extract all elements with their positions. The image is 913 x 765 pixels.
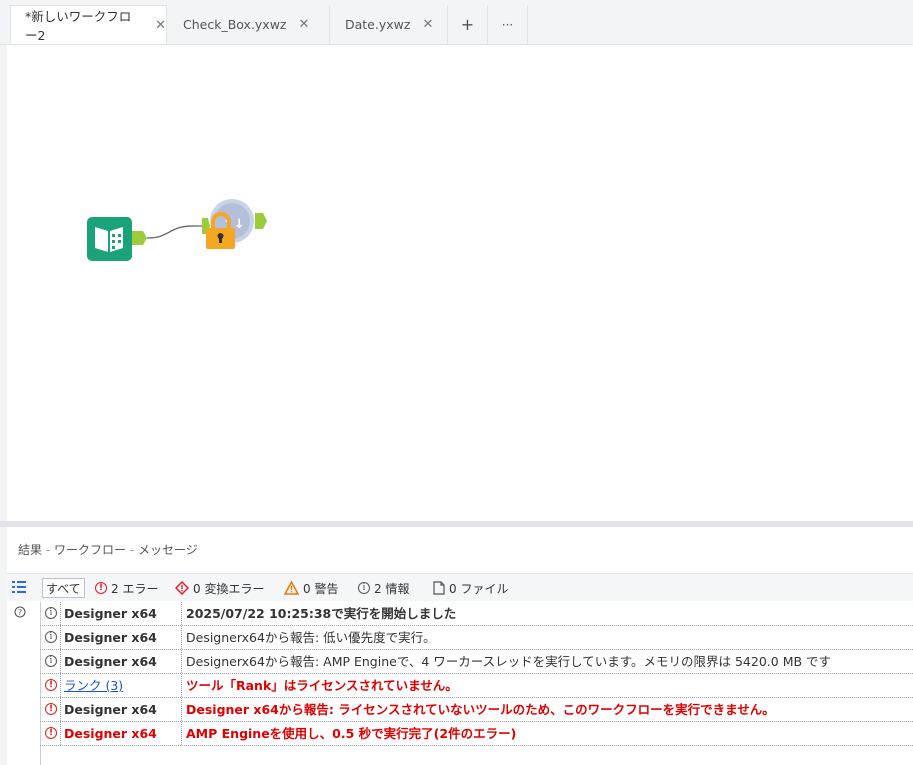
crumb-messages: メッセージ	[138, 543, 198, 557]
message-text: 2025/07/22 10:25:38で実行を開始しました	[181, 602, 456, 625]
output-anchor	[132, 231, 147, 245]
warning-icon	[284, 581, 299, 595]
input-data-tool[interactable]	[87, 217, 147, 261]
file-icon	[433, 581, 445, 595]
message-text: Designerx64から報告: AMP Engineで、4 ワーカースレッドを…	[181, 650, 831, 673]
rank-tool-link[interactable]: ランク (3)	[64, 678, 123, 693]
connection-line	[146, 225, 206, 239]
close-icon[interactable]: ✕	[299, 17, 310, 32]
message-source: Designer x64	[60, 602, 176, 625]
message-source: Designer x64	[60, 650, 176, 673]
book-icon	[95, 227, 108, 252]
message-list: i Designer x64 2025/07/22 10:25:38で実行を開始…	[40, 602, 913, 746]
message-text: AMP Engineを使用し、0.5 秒で実行完了(2件のエラー)	[181, 722, 516, 745]
workflow-canvas[interactable]: ↑↓	[7, 45, 913, 521]
close-icon[interactable]: ✕	[155, 18, 166, 33]
crumb-workflow: ワークフロー	[54, 543, 127, 557]
error-icon: !	[45, 727, 57, 739]
tab-label: Date.yxwz	[345, 17, 411, 32]
tab-label: *新しいワークフロー2	[25, 9, 132, 43]
close-icon[interactable]: ✕	[422, 17, 433, 32]
message-row[interactable]: i Designer x64 2025/07/22 10:25:38で実行を開始…	[40, 602, 913, 626]
message-source: Designer x64	[60, 626, 176, 649]
error-icon: !	[95, 582, 107, 594]
canvas-drawing: ↑↓	[87, 199, 267, 261]
error-icon: !	[45, 679, 57, 691]
tab-label: Check_Box.yxwz	[183, 17, 287, 32]
canvas-left-edge	[0, 45, 7, 765]
info-icon: i	[358, 582, 370, 594]
message-text: Designerx64から報告: 低い優先度で実行。	[181, 626, 436, 649]
filter-files-button[interactable]: 0 ファイル	[433, 578, 508, 598]
info-icon: i	[45, 655, 57, 667]
message-source: ランク (3)	[60, 674, 176, 697]
filter-all-button[interactable]: すべて	[42, 578, 85, 598]
conversion-error-icon	[175, 581, 189, 595]
message-row[interactable]: ! Designer x64 AMP Engineを使用し、0.5 秒で実行完了…	[40, 722, 913, 746]
tab-date[interactable]: Date.yxwz ✕	[330, 5, 448, 44]
message-row[interactable]: ! ランク (3) ツール「Rank」はライセンスされていません。	[40, 674, 913, 698]
rank-tool[interactable]: ↑↓	[202, 199, 267, 249]
filter-info-button[interactable]: i 2 情報	[358, 578, 409, 598]
message-source: Designer x64	[60, 698, 176, 721]
message-row[interactable]: ! Designer x64 Designer x64から報告: ライセンスされ…	[40, 698, 913, 722]
svg-text:?: ?	[18, 608, 22, 617]
message-text: ツール「Rank」はライセンスされていません。	[181, 674, 458, 697]
filter-conversion-errors-button[interactable]: 0 変換エラー	[175, 578, 264, 598]
help-icon[interactable]: ?	[14, 606, 26, 618]
error-icon: !	[45, 703, 57, 715]
tab-check-box[interactable]: Check_Box.yxwz ✕	[167, 5, 330, 44]
list-view-icon[interactable]	[12, 580, 26, 594]
message-source: Designer x64	[60, 722, 176, 745]
info-icon: i	[45, 631, 57, 643]
info-icon: i	[45, 607, 57, 619]
output-anchor	[255, 213, 267, 229]
more-tabs-button[interactable]: ···	[488, 5, 528, 44]
tab-new-workflow-2[interactable]: *新しいワークフロー2 ✕	[10, 5, 167, 44]
results-title: 結果	[18, 543, 43, 557]
more-icon: ···	[501, 17, 514, 32]
plus-icon: +	[460, 15, 475, 34]
filter-warnings-button[interactable]: 0 警告	[284, 578, 338, 598]
filter-errors-button[interactable]: ! 2 エラー	[95, 578, 158, 598]
add-tab-button[interactable]: +	[448, 5, 488, 44]
message-row[interactable]: i Designer x64 Designerx64から報告: 低い優先度で実行…	[40, 626, 913, 650]
document-tab-bar: *新しいワークフロー2 ✕ Check_Box.yxwz ✕ Date.yxwz…	[0, 0, 913, 45]
results-breadcrumb: 結果 - ワークフロー - メッセージ	[18, 543, 198, 557]
message-text: Designer x64から報告: ライセンスされていないツールのため、このワー…	[181, 698, 775, 721]
message-row[interactable]: i Designer x64 Designerx64から報告: AMP Engi…	[40, 650, 913, 674]
